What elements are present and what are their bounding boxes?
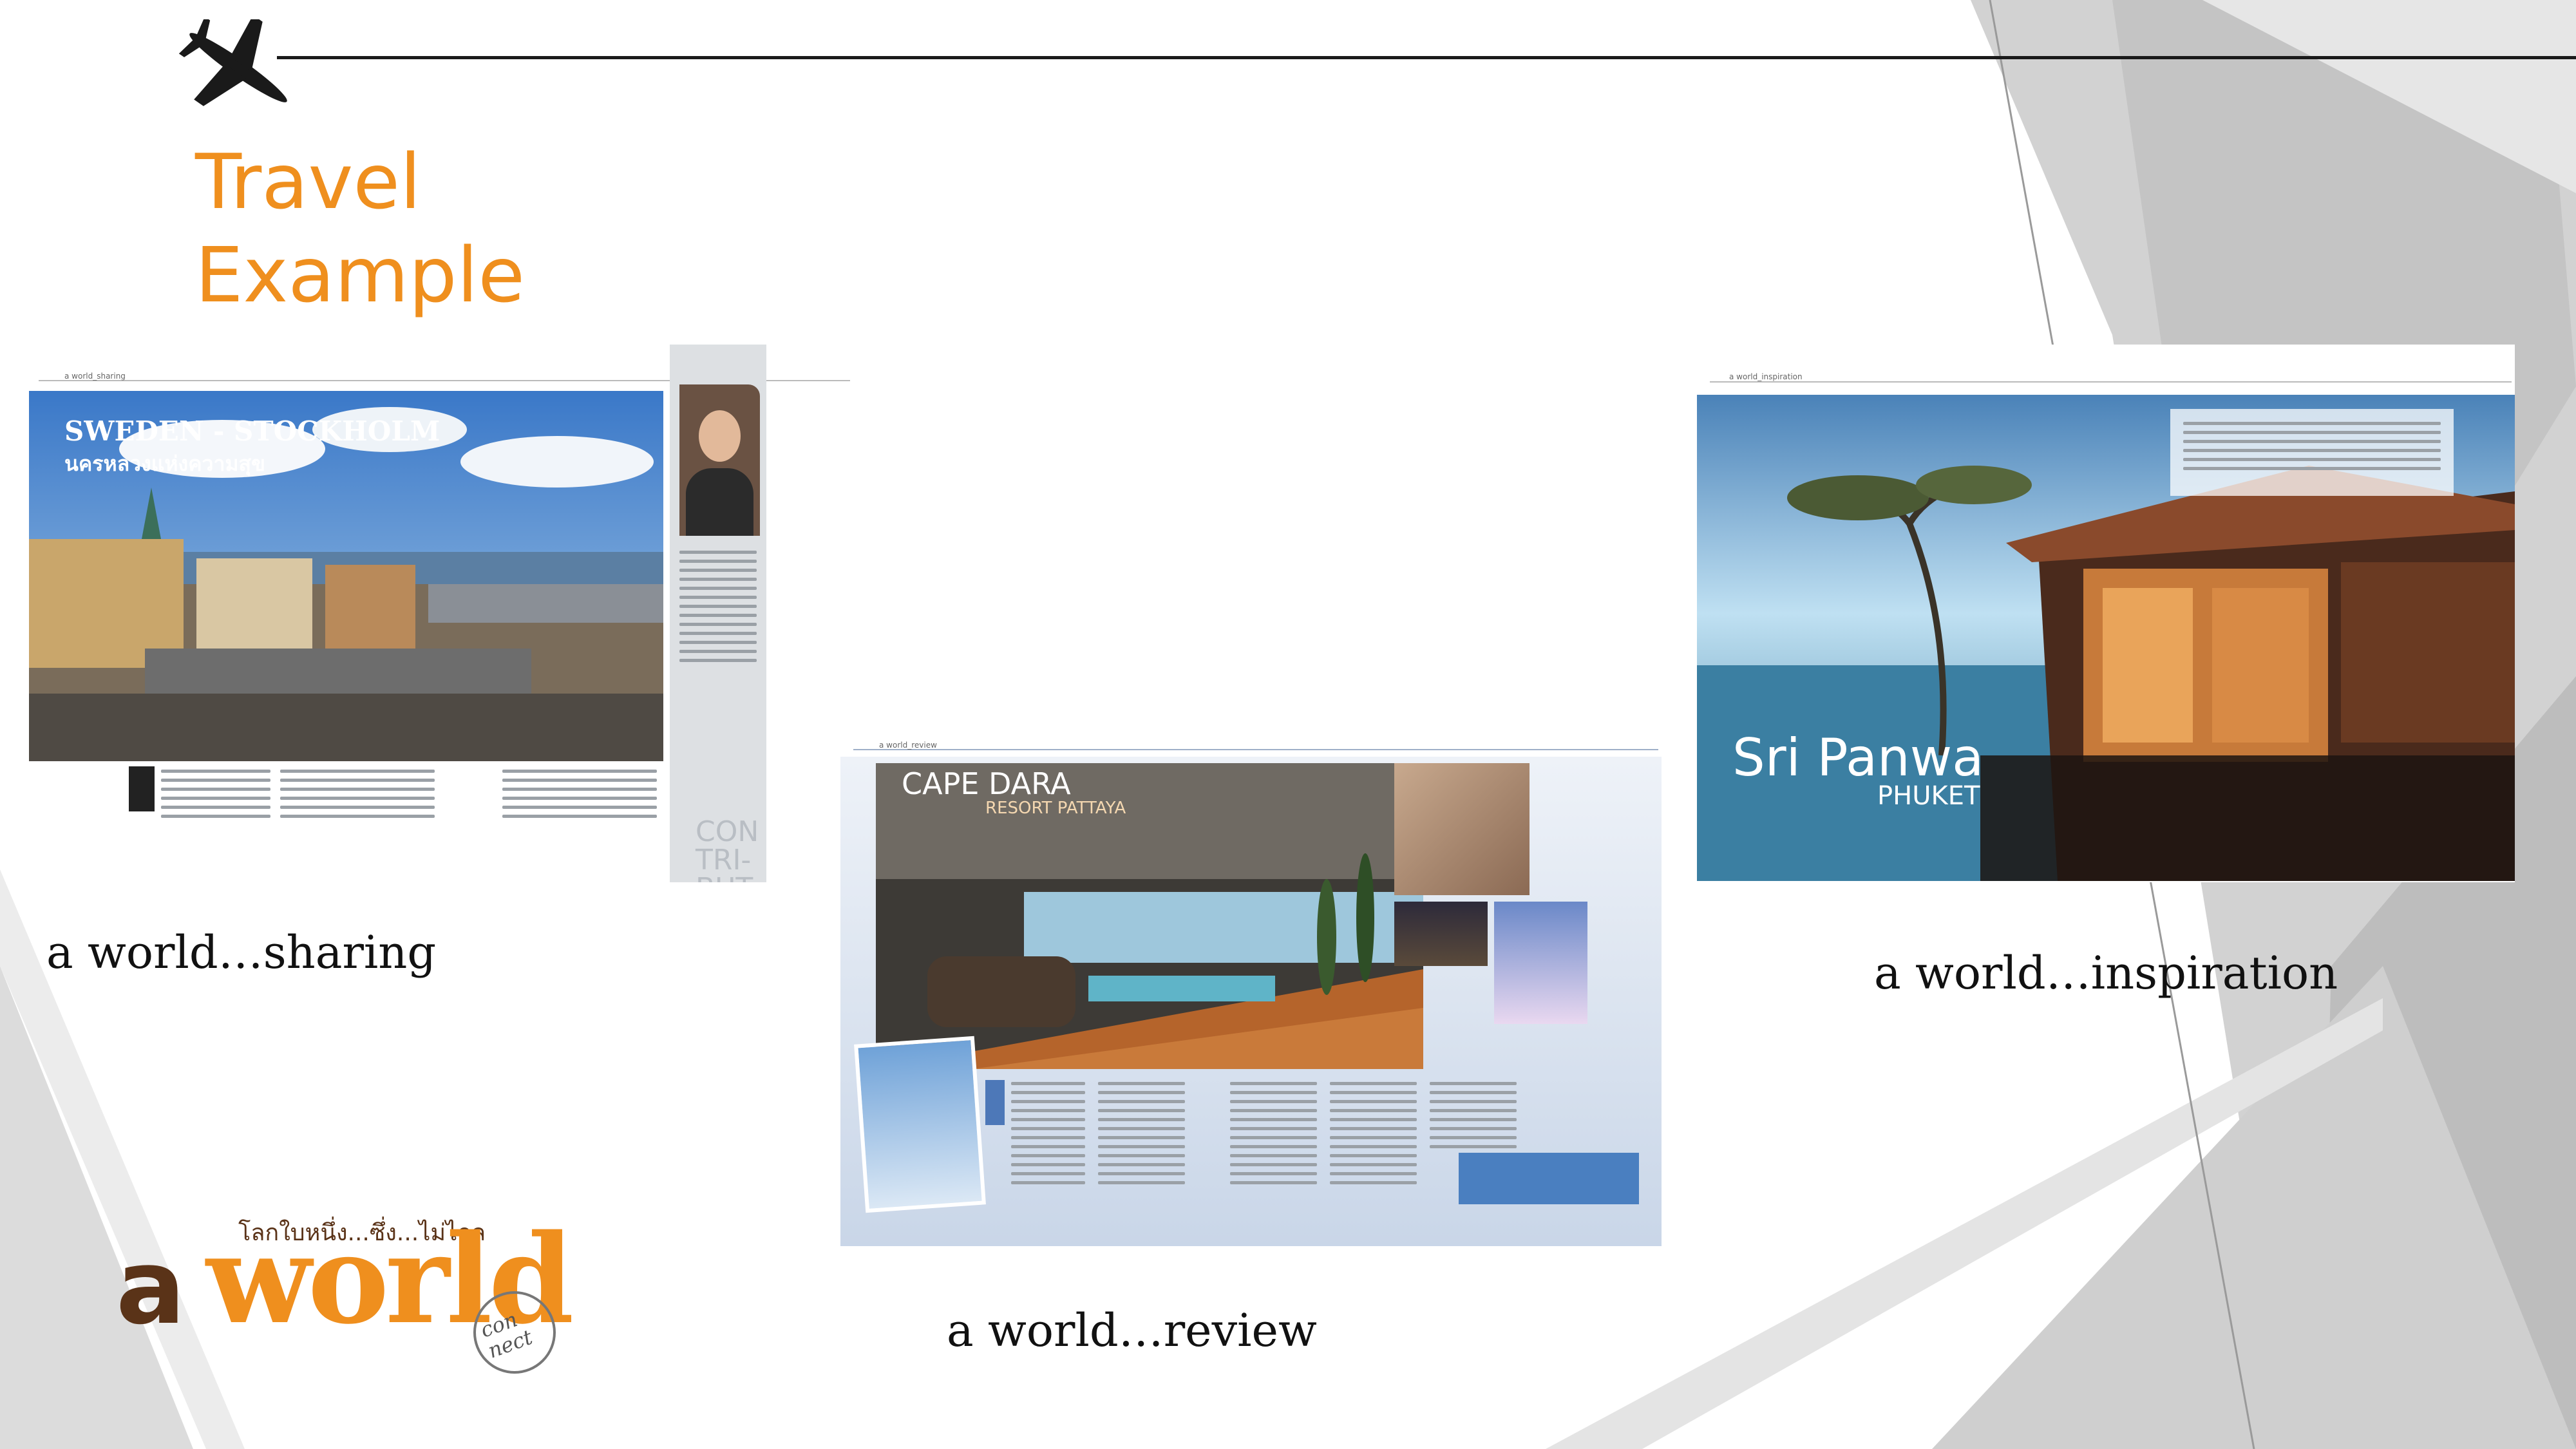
section-line [1710, 381, 2512, 383]
magazine-spread-inspiration: a world_inspiration Sri Panwa PHUKET [1697, 345, 2515, 882]
caption-sharing: a world…sharing [46, 926, 437, 979]
spread-subheadline: PHUKET [1877, 781, 1980, 811]
section-line [853, 749, 1658, 750]
magazine-spread-sharing: a world_sharing SWEDEN - STOCKHOLM นครหล… [26, 345, 853, 882]
magazine-spread-review: a world_review CAPE DARA RESORT PATTAYA [840, 712, 1662, 1246]
drop-cap [129, 766, 155, 811]
caption-inspiration: a world…inspiration [1874, 947, 2338, 999]
review-text-col-3 [1230, 1082, 1317, 1190]
drop-cap [985, 1080, 1005, 1125]
header-rule [277, 56, 2576, 59]
contributor-sidebar: CONTRI-BUTOR [670, 345, 766, 882]
spread-headline: SWEDEN - STOCKHOLM [64, 415, 440, 447]
review-text-col-2 [1098, 1082, 1185, 1190]
night-photo-2 [1494, 902, 1587, 1024]
section-label: a world_sharing [64, 372, 126, 381]
bedroom-photo [1394, 763, 1530, 895]
airplane-icon [178, 19, 287, 106]
body-text-column-1 [161, 770, 270, 824]
caption-review: a world…review [947, 1304, 1317, 1357]
title-line-2: Example [195, 231, 525, 319]
contributor-word: CONTRI-BUTOR [696, 815, 759, 883]
spread-intro-box [2170, 409, 2454, 496]
cape-dara-photo [876, 763, 1423, 1069]
review-text-col-5 [1430, 1082, 1517, 1154]
section-label: a world_review [879, 741, 937, 750]
night-photo-1 [1394, 902, 1488, 966]
body-text-column-3 [502, 770, 657, 824]
review-text-col-1 [1011, 1082, 1085, 1190]
body-text-column-2 [280, 770, 435, 824]
section-label: a world_inspiration [1729, 372, 1803, 381]
page-title: Travel Example [195, 135, 525, 322]
title-line-1: Travel [195, 137, 421, 226]
spread-subheadline: นครหลวงแห่งความสุข [64, 451, 265, 476]
logo-word-a: a [116, 1227, 185, 1347]
review-text-col-4 [1330, 1082, 1417, 1190]
contributor-portrait [679, 384, 760, 536]
spread-headline: Sri Panwa [1732, 728, 1984, 788]
hotel-tower-photo [854, 1036, 986, 1213]
spread-headline: CAPE DARA [902, 766, 1071, 801]
spread-subheadline: RESORT PATTAYA [985, 799, 1126, 818]
info-box [1459, 1153, 1639, 1204]
a-world-connect-logo: โลกใบหนึ่ง...ซึ่ง...ไม่ไกล a world con n… [116, 1201, 592, 1375]
